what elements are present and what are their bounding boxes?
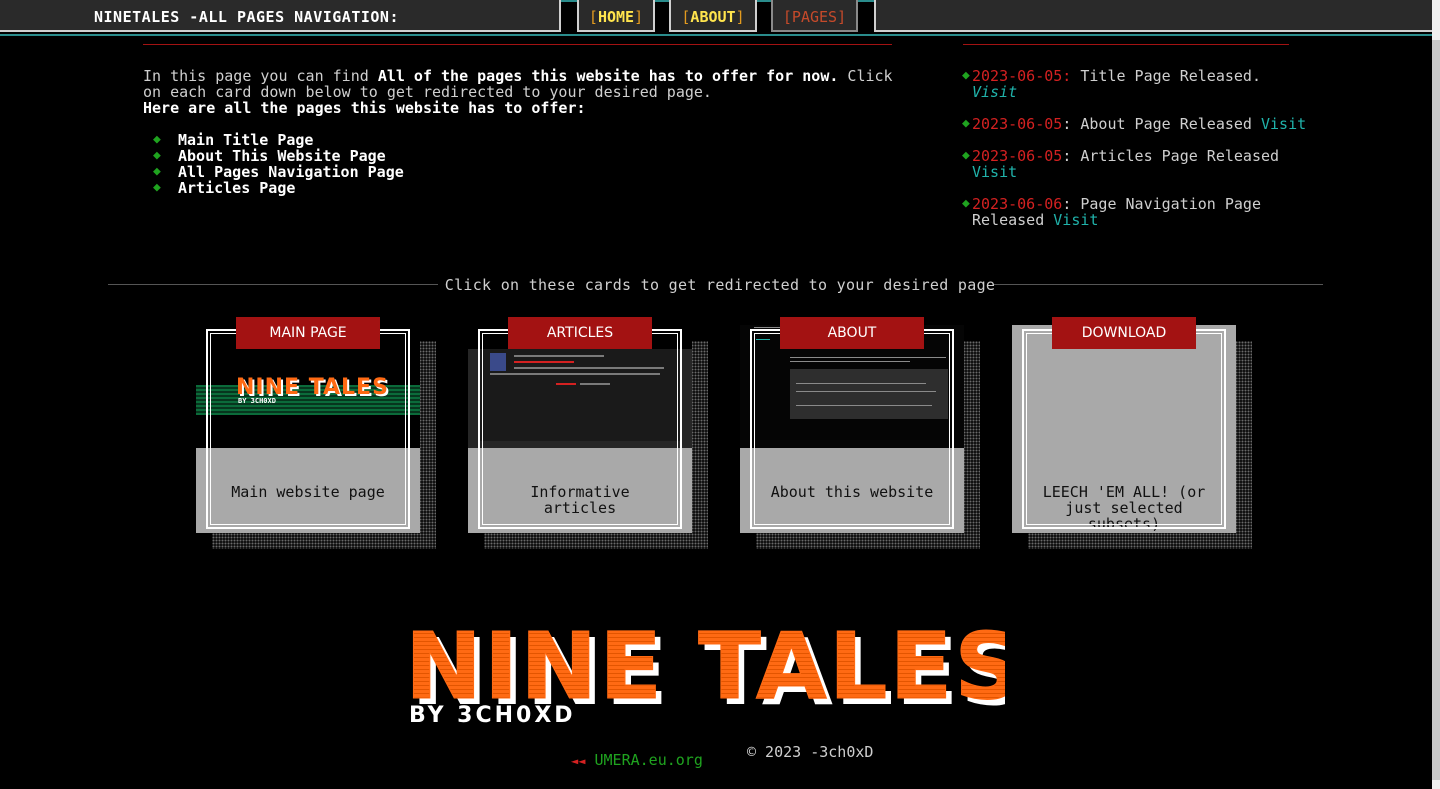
card-tag: ARTICLES — [508, 317, 652, 349]
nav-pages-close-bracket: ] — [837, 8, 847, 26]
card-frame-inner — [754, 333, 950, 525]
top-navigation-bar: NINETALES -ALL PAGES NAVIGATION: [HOME] … — [0, 0, 1434, 36]
intro-divider — [143, 44, 892, 45]
changelog-item: ◆ 2023-06-05: About Page Released Visit — [962, 115, 1323, 133]
nav-pages-open-bracket: [ — [782, 8, 792, 26]
changelog-item: ◆ 2023-06-05: Articles Page Released Vis… — [962, 147, 1323, 181]
changelog-item: ◆ 2023-06-05: Title Page Released. Visit — [962, 67, 1323, 101]
card-articles[interactable]: Informative articles ARTICLES — [468, 317, 708, 549]
changelog-text: : About Page Released — [1062, 115, 1261, 133]
changelog-text: Title Page Released. — [1071, 67, 1261, 85]
nine-tales-logo: NINE TALES NINE TALES BY 3CH0XD — [405, 618, 1005, 728]
list-item: ◆ About This Website Page — [153, 148, 893, 164]
changelog-divider — [963, 44, 1289, 45]
divider-line-left — [108, 284, 438, 285]
nav-home-label: HOME — [597, 8, 635, 26]
list-item-label: Articles Page — [178, 179, 296, 197]
changelog-item: ◆ 2023-06-06: Page Navigation Page Relea… — [962, 196, 1323, 229]
intro-paragraph: In this page you can find All of the pag… — [143, 68, 893, 100]
nav-pages-label: PAGES — [791, 8, 838, 26]
nav-title: NINETALES -ALL PAGES NAVIGATION: — [0, 0, 561, 32]
scrollbar[interactable] — [1432, 0, 1440, 789]
nav-home-close-bracket: ] — [634, 8, 644, 26]
changelog-visit-link[interactable]: Visit — [1053, 211, 1098, 229]
copyright-text: © 2023 -3ch0xD — [747, 743, 874, 761]
card-frame-inner — [482, 333, 678, 525]
nav-home-open-bracket: [ — [588, 8, 598, 26]
diamond-bullet-icon: ◆ — [962, 148, 970, 163]
diamond-bullet-icon: ◆ — [153, 180, 161, 195]
card-main-page[interactable]: NINE TALES BY 3CH0XD Main website page M… — [196, 317, 436, 549]
nav-about-close-bracket: ] — [735, 8, 745, 26]
nav-home-button[interactable]: [HOME] — [577, 0, 655, 32]
card-tag: ABOUT — [780, 317, 924, 349]
changelog-visit-link[interactable]: Visit — [972, 83, 1017, 101]
card-frame-inner — [1026, 333, 1222, 525]
logo-subtitle: BY 3CH0XD — [409, 703, 576, 728]
intro-section: In this page you can find All of the pag… — [143, 68, 893, 196]
list-item: ◆ Articles Page — [153, 180, 893, 196]
diamond-bullet-icon: ◆ — [153, 164, 161, 179]
changelog-visit-link[interactable]: Visit — [972, 163, 1017, 181]
umera-link[interactable]: ◄◄ UMERA.eu.org — [571, 751, 703, 769]
nav-right-box — [874, 0, 1434, 32]
changelog-date: 2023-06-05 — [972, 115, 1063, 133]
card-download[interactable]: LEECH 'EM ALL! (or just selected subsets… — [1012, 317, 1252, 549]
card-tag: MAIN PAGE — [236, 317, 380, 349]
intro-subheading: Here are all the pages this website has … — [143, 99, 586, 117]
nav-pages-button[interactable]: [PAGES] — [771, 0, 858, 32]
diamond-bullet-icon: ◆ — [153, 132, 161, 147]
umera-link-label: UMERA.eu.org — [594, 751, 703, 769]
list-item: ◆ Main Title Page — [153, 132, 893, 148]
card-about[interactable]: About this website ABOUT — [740, 317, 980, 549]
list-item: ◆ All Pages Navigation Page — [153, 164, 893, 180]
double-arrow-left-icon: ◄◄ — [571, 754, 586, 768]
logo-graphic: NINE TALES NINE TALES BY 3CH0XD — [405, 618, 1005, 728]
nav-bottom-line — [0, 34, 1432, 36]
diamond-bullet-icon: ◆ — [962, 196, 970, 211]
divider-text: Click on these cards to get redirected t… — [444, 276, 996, 294]
card-tag: DOWNLOAD — [1052, 317, 1196, 349]
diamond-bullet-icon: ◆ — [962, 68, 970, 83]
divider-line-right — [993, 284, 1323, 285]
nav-about-label: ABOUT — [690, 8, 736, 26]
diamond-bullet-icon: ◆ — [962, 116, 970, 131]
changelog-text: : Articles Page Released — [1062, 147, 1280, 165]
changelog-section: ◆ 2023-06-05: Title Page Released. Visit… — [962, 67, 1323, 244]
scrollbar-thumb[interactable] — [1432, 40, 1440, 780]
page-list: ◆ Main Title Page ◆ About This Website Pag… — [153, 132, 893, 196]
card-frame-inner — [210, 333, 406, 525]
changelog-visit-link[interactable]: Visit — [1261, 115, 1306, 133]
diamond-bullet-icon: ◆ — [153, 148, 161, 163]
nav-about-button[interactable]: [ABOUT] — [669, 0, 757, 32]
